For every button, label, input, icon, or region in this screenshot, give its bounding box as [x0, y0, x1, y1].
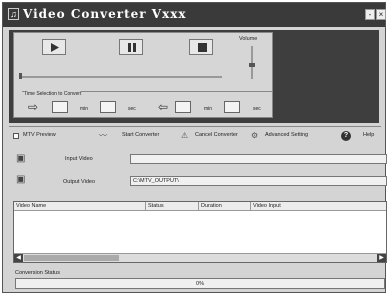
section-divider	[9, 126, 381, 127]
help-icon[interactable]: ?	[341, 131, 351, 141]
output-video-label: Output Video	[63, 179, 96, 185]
output-video-field[interactable]: C:\MTV_OUTPUT\	[130, 176, 387, 186]
mtv-preview-checkbox[interactable]	[13, 133, 19, 139]
volume-handle[interactable]	[249, 63, 255, 67]
window-title: Video Converter Vxxx	[23, 7, 187, 21]
end-sec-input[interactable]	[224, 101, 240, 113]
column-duration[interactable]: Duration	[199, 202, 251, 211]
scroll-left-icon[interactable]: ◀	[14, 254, 23, 262]
output-video-icon: ▣	[16, 174, 26, 185]
table-header: Video Name Status Duration Video Input	[14, 202, 386, 211]
seek-bar[interactable]	[22, 76, 222, 78]
minimize-button[interactable]: -	[365, 9, 375, 20]
pause-icon	[128, 43, 136, 52]
conversion-progress-bar: 0%	[15, 278, 385, 289]
convert-icon: 〰	[99, 131, 107, 140]
mtv-preview-label: MTV Preview	[23, 132, 56, 138]
player-area: Volume Time Selection to Convert ⇨ min s…	[9, 30, 379, 123]
help-button[interactable]: Help	[363, 132, 374, 138]
input-video-field[interactable]	[130, 154, 387, 164]
start-arrow-icon: ⇨	[28, 100, 39, 114]
input-video-label: Input Video	[65, 156, 93, 162]
start-min-input[interactable]	[52, 101, 68, 113]
volume-label: Volume	[239, 36, 258, 42]
title-bar[interactable]: ♫ Video Converter Vxxx - ×	[3, 3, 386, 27]
end-sec-label: sec	[253, 106, 261, 112]
start-min-label: min	[80, 106, 89, 112]
column-status[interactable]: Status	[146, 202, 199, 211]
progress-text: 0%	[196, 281, 204, 287]
play-icon	[51, 43, 59, 52]
stop-button[interactable]	[189, 39, 213, 55]
stop-icon	[198, 43, 207, 52]
conversion-status-label: Conversion Status	[15, 270, 60, 276]
column-video-input[interactable]: Video Input	[251, 202, 388, 211]
scrollbar-thumb[interactable]	[24, 255, 119, 261]
settings-icon: ⚙	[251, 131, 259, 140]
pause-button[interactable]	[119, 39, 143, 55]
time-selection-title: Time Selection to Convert	[24, 91, 82, 97]
end-arrow-icon: ⇦	[158, 100, 169, 114]
cancel-convert-button[interactable]: Cancel Converter	[195, 132, 238, 138]
seek-handle[interactable]	[19, 73, 22, 79]
start-sec-input[interactable]	[100, 101, 116, 113]
app-window: ♫ Video Converter Vxxx - × Volume Time S…	[2, 2, 387, 293]
play-button[interactable]	[42, 39, 66, 55]
input-video-icon: ▣	[16, 153, 26, 164]
column-video-name[interactable]: Video Name	[14, 202, 146, 211]
start-convert-button[interactable]: Start Converter	[122, 132, 159, 138]
scroll-right-icon[interactable]: ▶	[377, 254, 386, 262]
end-min-input[interactable]	[175, 101, 191, 113]
time-selection-group: Time Selection to Convert ⇨ min sec ⇦ mi…	[22, 91, 272, 117]
advanced-setting-button[interactable]: Advanced Setting	[265, 132, 308, 138]
app-logo-icon: ♫	[8, 8, 19, 20]
video-table: Video Name Status Duration Video Input ◀…	[13, 201, 387, 263]
player-controls-panel: Volume Time Selection to Convert ⇨ min s…	[13, 32, 273, 118]
close-button[interactable]: ×	[376, 9, 386, 20]
start-sec-label: sec	[128, 106, 136, 112]
end-min-label: min	[204, 106, 213, 112]
horizontal-scrollbar[interactable]: ◀ ▶	[14, 253, 386, 262]
cancel-icon: ⚠	[181, 131, 189, 140]
